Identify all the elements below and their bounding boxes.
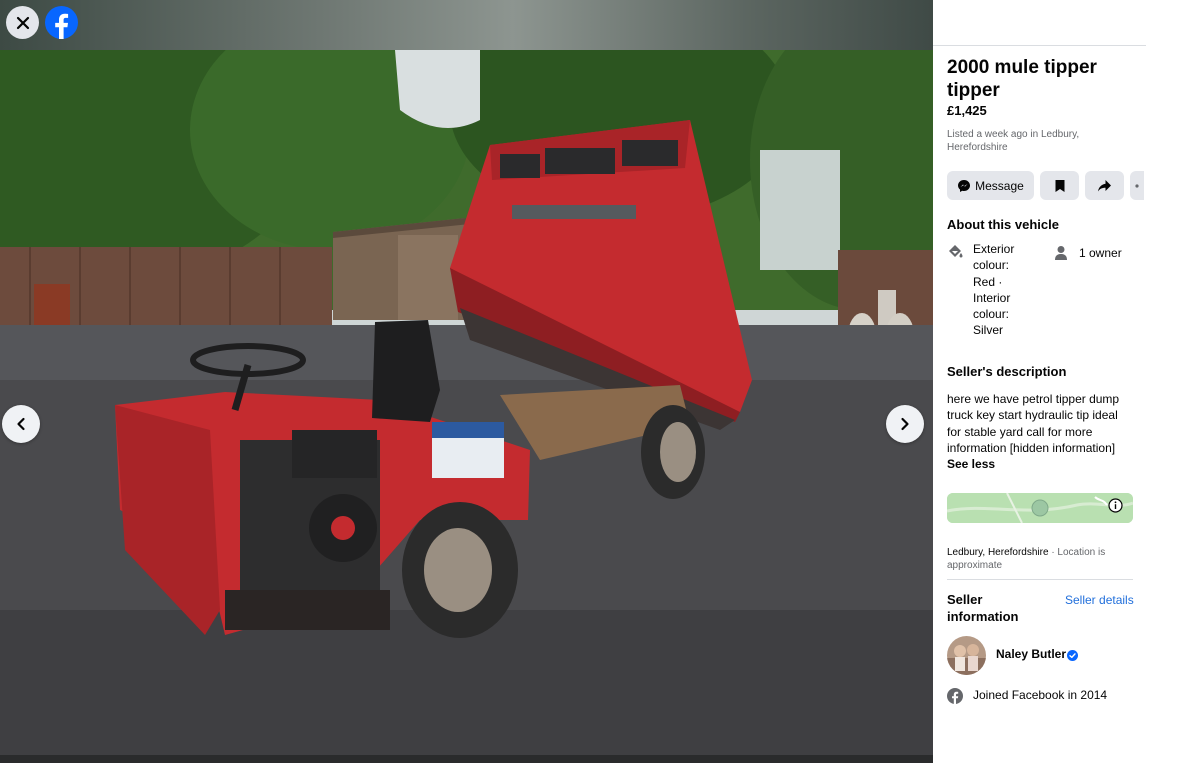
previous-photo-button[interactable] (2, 405, 40, 443)
listing-photo (0, 50, 933, 755)
next-photo-button[interactable] (886, 405, 924, 443)
chevron-right-icon (901, 417, 909, 431)
avatar-image (947, 636, 986, 675)
share-button[interactable] (1085, 171, 1124, 200)
seller-avatar[interactable] (947, 636, 986, 675)
seller-information-heading: Seller information (947, 592, 1019, 624)
owners-attribute: 1 owner (1079, 246, 1122, 260)
listing-meta: Listed a week ago in Ledbury, Herefordsh… (947, 129, 1080, 153)
panel-top-divider (933, 45, 1146, 46)
message-button-label: Message (975, 178, 1024, 193)
section-divider (947, 579, 1133, 580)
facebook-logo-icon[interactable] (45, 6, 78, 39)
viewer-bottom-bar (0, 755, 933, 763)
see-less-link[interactable]: See less (947, 457, 995, 471)
image-viewer (0, 0, 933, 763)
chevron-left-icon (17, 417, 25, 431)
joined-facebook-text: Joined Facebook in 2014 (973, 688, 1108, 702)
verified-badge-icon (1067, 650, 1078, 661)
map-thumbnail (947, 493, 1133, 523)
share-icon (1098, 179, 1111, 191)
more-dots-icon (1135, 183, 1139, 188)
close-icon (16, 16, 29, 29)
listing-title: 2000 mule tipper tipper (947, 57, 1097, 101)
location-place: Ledbury, Herefordshire (947, 547, 1049, 558)
seller-name[interactable]: Naley Butler (996, 647, 1066, 661)
person-icon (1055, 246, 1067, 260)
messenger-icon (958, 179, 971, 192)
action-bar: Message (947, 171, 1144, 200)
message-button[interactable]: Message (947, 171, 1034, 200)
seller-description-heading: Seller's description (947, 364, 1067, 379)
seller-description-text: here we have petrol tipper dump truck ke… (947, 392, 1120, 455)
close-button[interactable] (6, 6, 39, 39)
location-map[interactable] (947, 493, 1133, 523)
colour-attribute: Exterior colour: Red · Interior colour: … (973, 242, 1015, 338)
bookmark-icon (1055, 179, 1064, 192)
seller-details-link[interactable]: Seller details (1065, 593, 1134, 607)
viewer-top-blur (0, 0, 933, 50)
save-button[interactable] (1040, 171, 1079, 200)
info-icon[interactable] (1108, 498, 1123, 513)
more-options-button[interactable] (1130, 171, 1144, 200)
paint-bucket-icon (949, 245, 963, 258)
facebook-circle-icon (947, 688, 963, 704)
listing-price: £1,425 (947, 103, 987, 118)
location-text: Ledbury, Herefordshire · Location is app… (947, 546, 1133, 572)
page-right-margin (1146, 0, 1200, 763)
about-vehicle-heading: About this vehicle (947, 217, 1059, 232)
